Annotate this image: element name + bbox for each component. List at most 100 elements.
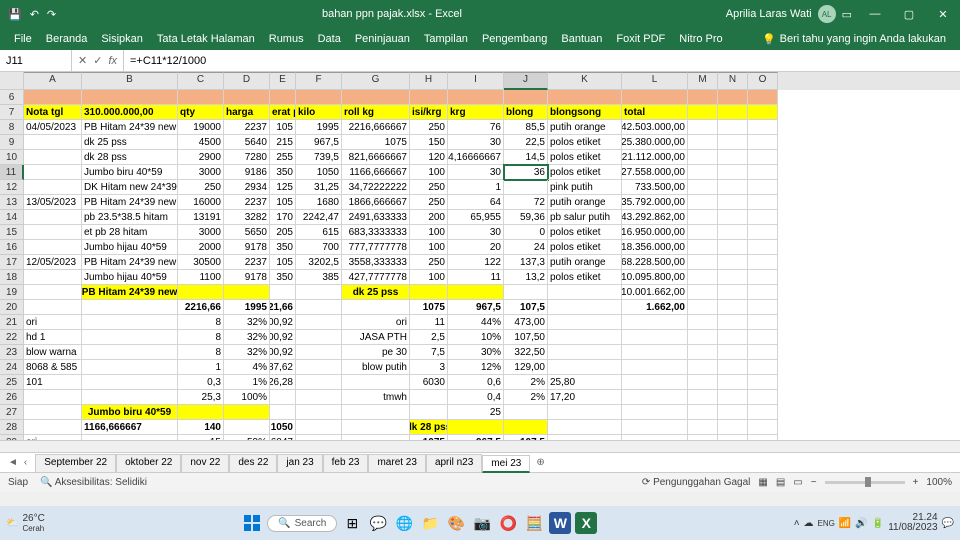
cell[interactable] (748, 165, 778, 180)
cell[interactable]: 3000 (178, 165, 224, 180)
cell[interactable] (688, 195, 718, 210)
zoom-slider[interactable] (825, 481, 905, 484)
cell[interactable] (410, 405, 448, 420)
cell[interactable] (718, 285, 748, 300)
cell[interactable] (24, 420, 82, 435)
col-header-G[interactable]: G (342, 72, 410, 90)
cell[interactable] (688, 135, 718, 150)
cell[interactable] (718, 180, 748, 195)
cell[interactable] (622, 420, 688, 435)
cell[interactable] (178, 90, 224, 105)
cell[interactable] (548, 90, 622, 105)
cell[interactable] (748, 405, 778, 420)
cell[interactable]: 140 (178, 420, 224, 435)
cell[interactable]: 2% (504, 390, 548, 405)
name-box[interactable]: J11 (0, 50, 72, 71)
sheet-tab[interactable]: maret 23 (368, 454, 425, 472)
cell[interactable] (296, 345, 342, 360)
cell[interactable] (342, 300, 410, 315)
cell[interactable] (82, 300, 178, 315)
cell[interactable]: 36 (504, 165, 548, 180)
cell[interactable]: 1% (224, 375, 270, 390)
cell[interactable]: qty (178, 105, 224, 120)
cell[interactable]: blongsong (548, 105, 622, 120)
cell[interactable] (718, 315, 748, 330)
cell[interactable] (270, 90, 296, 105)
ribbon-tab-bantuan[interactable]: Bantuan (561, 33, 602, 45)
tray-cloud-icon[interactable]: ☁ (804, 518, 814, 529)
cell[interactable]: 1995 (296, 120, 342, 135)
cell[interactable] (24, 180, 82, 195)
cell[interactable]: 76 (448, 120, 504, 135)
cell[interactable]: 350 (270, 270, 296, 285)
cell[interactable] (718, 225, 748, 240)
cell[interactable]: tmwh (342, 390, 410, 405)
cell[interactable] (24, 135, 82, 150)
row-header[interactable]: 27 (0, 405, 24, 420)
cell[interactable]: 205 (270, 225, 296, 240)
cell[interactable]: dk 28 pss (410, 420, 448, 435)
cell[interactable] (748, 300, 778, 315)
cell[interactable] (688, 165, 718, 180)
cell[interactable]: et pb 28 hitam (82, 225, 178, 240)
cell[interactable]: 1.662,00 (622, 300, 688, 315)
cell[interactable] (748, 120, 778, 135)
cell[interactable]: 64 (448, 195, 504, 210)
cell[interactable] (24, 150, 82, 165)
cell[interactable] (748, 90, 778, 105)
cell[interactable] (504, 405, 548, 420)
cell[interactable]: putih orange (548, 255, 622, 270)
cell[interactable]: 8068 & 585 (24, 360, 82, 375)
cell[interactable]: PB Hitam 24*39 new (82, 255, 178, 270)
col-header-I[interactable]: I (448, 72, 504, 90)
cell[interactable] (410, 390, 448, 405)
ribbon-tab-file[interactable]: File (14, 33, 32, 45)
cell[interactable]: 11 (410, 315, 448, 330)
cell[interactable]: 25 (448, 405, 504, 420)
cell[interactable]: 1050 (270, 420, 296, 435)
col-header-M[interactable]: M (688, 72, 718, 90)
cell[interactable]: 2237 (224, 255, 270, 270)
cell[interactable]: isi/krg (410, 105, 448, 120)
cell[interactable]: 250 (410, 120, 448, 135)
maximize-button[interactable]: ▢ (892, 0, 926, 28)
cell[interactable] (410, 285, 448, 300)
search-input[interactable]: 🔍Search (267, 515, 337, 532)
cell[interactable]: polos etiket (548, 240, 622, 255)
row-header[interactable]: 8 (0, 120, 24, 135)
cell[interactable] (296, 285, 342, 300)
cell[interactable]: 967,5 (448, 300, 504, 315)
cell[interactable]: pe 30 (342, 345, 410, 360)
cell[interactable] (342, 405, 410, 420)
cell[interactable]: 105 (270, 255, 296, 270)
cell[interactable] (688, 90, 718, 105)
row-header[interactable]: 7 (0, 105, 24, 120)
cell[interactable]: 9186 (224, 165, 270, 180)
cell[interactable] (622, 345, 688, 360)
formula-bar[interactable] (124, 55, 960, 67)
cell[interactable]: 2,5 (410, 330, 448, 345)
cell[interactable] (748, 225, 778, 240)
row-header[interactable]: 18 (0, 270, 24, 285)
redo-icon[interactable]: ↷ (47, 8, 56, 21)
excel-icon[interactable]: X (575, 512, 597, 534)
camera-icon[interactable]: 📷 (471, 512, 493, 534)
cell[interactable] (688, 105, 718, 120)
cell[interactable]: 1075 (410, 300, 448, 315)
ribbon-tab-nitro-pro[interactable]: Nitro Pro (679, 33, 722, 45)
cell[interactable]: 30500 (178, 255, 224, 270)
cell[interactable]: 137,3 (504, 255, 548, 270)
cell[interactable]: 30% (448, 345, 504, 360)
cell[interactable]: 2237 (224, 120, 270, 135)
cell[interactable]: 2237 (224, 195, 270, 210)
cell[interactable]: 2242,47 (296, 210, 342, 225)
tab-nav-prev[interactable]: ‹ (22, 457, 29, 468)
tray-battery-icon[interactable]: 🔋 (872, 518, 884, 529)
row-header[interactable]: 10 (0, 150, 24, 165)
ribbon-tab-beranda[interactable]: Beranda (46, 33, 88, 45)
sheet-tab[interactable]: oktober 22 (116, 454, 181, 472)
cell[interactable]: 1995 (224, 300, 270, 315)
cell[interactable]: 700,92 (270, 330, 296, 345)
cell[interactable]: 7280 (224, 150, 270, 165)
cell[interactable] (224, 90, 270, 105)
